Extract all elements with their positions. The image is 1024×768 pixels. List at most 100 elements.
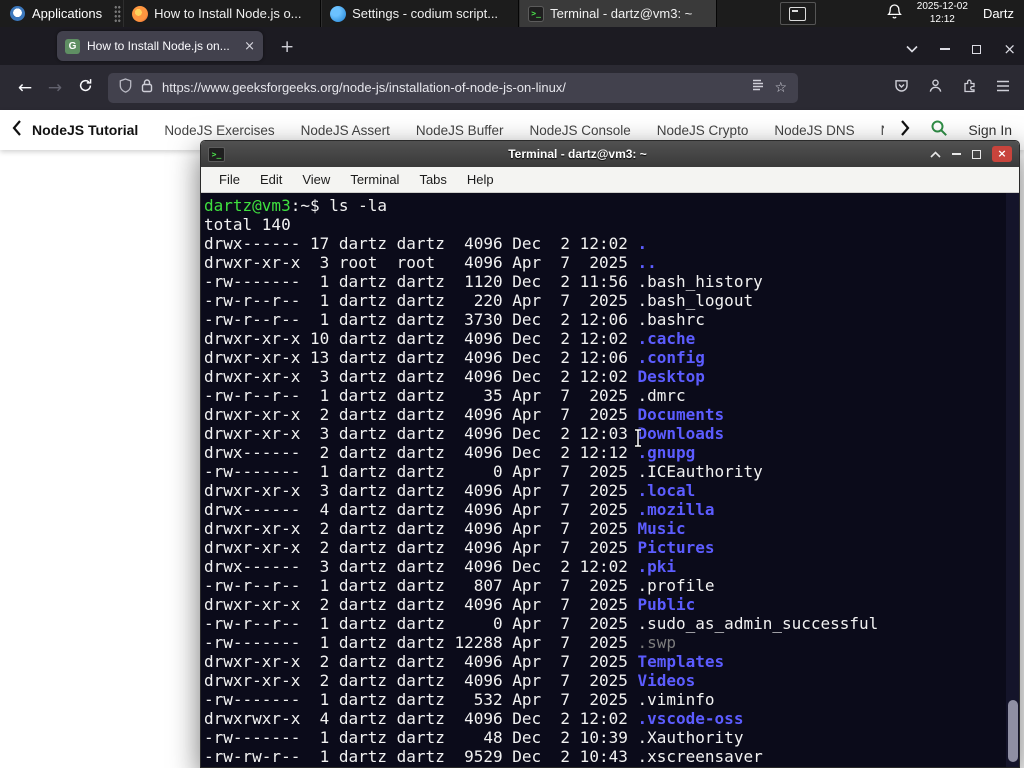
url-text: https://www.geeksforgeeks.org/node-js/in… (162, 80, 566, 95)
terminal-line: drwx------ 17 dartz dartz 4096 Dec 2 12:… (204, 234, 1019, 253)
gfg-nav-right: Sign In (894, 119, 1012, 142)
panel-window-button[interactable]: >_ Terminal - dartz@vm3: ~ (519, 0, 718, 27)
nav-link[interactable]: NodeJS Crypto (657, 123, 749, 138)
tab-title: How to Install Node.js on... (87, 39, 230, 53)
window-maximize-button[interactable] (972, 44, 982, 54)
terminal-window-controls: × (930, 145, 1012, 163)
nav-link[interactable]: NodeJS DNS (774, 123, 854, 138)
bookmark-star-icon[interactable]: ☆ (774, 80, 787, 96)
entry-name: Pictures (637, 538, 715, 557)
terminal-body[interactable]: dartz@vm3:~$ ls -la total 140 drwx------ 1… (201, 193, 1019, 767)
entry-name: Documents (637, 405, 725, 424)
reader-mode-icon[interactable] (751, 78, 765, 97)
terminal-line: -rw------- 1 dartz dartz 12288 Apr 7 202… (204, 633, 1019, 652)
forward-button[interactable]: → (40, 78, 70, 98)
window-close-button[interactable]: × (1003, 41, 1016, 57)
window-button-title: Terminal - dartz@vm3: ~ (550, 6, 693, 21)
entry-meta: -rw-r--r-- 1 dartz dartz 807 Apr 7 2025 (204, 576, 638, 595)
terminal-menu-item[interactable]: Tabs (409, 172, 456, 187)
gfg-favicon: G (65, 38, 80, 54)
nav-link[interactable]: Node (881, 123, 885, 138)
entry-meta: -rw------- 1 dartz dartz 48 Dec 2 10:39 (204, 728, 638, 747)
terminal-window: >_ Terminal - dartz@vm3: ~ × File Edit Vie… (200, 140, 1020, 768)
entry-meta: -rw------- 1 dartz dartz 0 Apr 7 2025 (204, 462, 638, 481)
terminal-line: drwxr-xr-x 2 dartz dartz 4096 Apr 7 2025… (204, 652, 1019, 671)
terminal-menu-item[interactable]: File (209, 172, 250, 187)
terminal-line: -rw------- 1 dartz dartz 1120 Dec 2 11:5… (204, 272, 1019, 291)
pocket-icon[interactable] (894, 78, 909, 98)
nav-link[interactable]: NodeJS Buffer (416, 123, 504, 138)
entry-name: Music (637, 519, 686, 538)
entry-name: .xscreensaver (637, 747, 763, 766)
nav-link[interactable]: NodeJS Tutorial (32, 122, 138, 138)
entry-meta: drwxr-xr-x 10 dartz dartz 4096 Dec 2 12:… (204, 329, 638, 348)
reload-button[interactable] (70, 78, 100, 98)
menu-icon[interactable] (996, 79, 1010, 97)
notification-bell-icon[interactable] (886, 3, 902, 25)
entry-name: . (637, 234, 648, 253)
panel-window-button[interactable]: How to Install Node.js o... (123, 0, 322, 27)
applications-menu[interactable]: Applications (0, 0, 112, 27)
terminal-line: -rw-r--r-- 1 dartz dartz 220 Apr 7 2025 … (204, 291, 1019, 310)
terminal-close-button[interactable]: × (992, 146, 1012, 162)
terminal-line: -rw-r--r-- 1 dartz dartz 807 Apr 7 2025 … (204, 576, 1019, 595)
lock-icon[interactable] (141, 78, 153, 98)
search-icon[interactable] (930, 119, 948, 142)
url-bar[interactable]: https://www.geeksforgeeks.org/node-js/in… (108, 72, 798, 103)
terminal-minimize-button[interactable] (952, 153, 961, 155)
panel-right-cluster: 2025-12-02 12:12 Dartz (779, 0, 1024, 27)
entry-name: .Xauthority (637, 728, 744, 747)
shield-icon[interactable] (119, 77, 132, 98)
panel-grippy (114, 4, 122, 23)
entry-meta: drwx------ 2 dartz dartz 4096 Dec 2 12:1… (204, 443, 638, 462)
terminal-menu-item[interactable]: Terminal (340, 172, 409, 187)
entry-name: .. (637, 253, 657, 272)
entry-name: .local (637, 481, 696, 500)
nav-link[interactable]: NodeJS Assert (301, 123, 390, 138)
terminal-line: drwxr-xr-x 13 dartz dartz 4096 Dec 2 12:… (204, 348, 1019, 367)
account-icon[interactable] (928, 78, 943, 98)
entry-name: .viminfo (637, 690, 715, 709)
panel-clock[interactable]: 2025-12-02 12:12 (917, 1, 968, 26)
tray-window-icon[interactable] (779, 2, 816, 25)
terminal-menu-item[interactable]: Edit (250, 172, 292, 187)
terminal-line: drwxr-xr-x 3 dartz dartz 4096 Dec 2 12:0… (204, 424, 1019, 443)
terminal-menu-item[interactable]: Help (457, 172, 504, 187)
entry-meta: drwxr-xr-x 2 dartz dartz 4096 Apr 7 2025 (204, 519, 638, 538)
terminal-line: drwxr-xr-x 10 dartz dartz 4096 Dec 2 12:… (204, 329, 1019, 348)
nav-scroll-left-icon[interactable] (12, 119, 22, 141)
terminal-icon: >_ (528, 5, 545, 22)
tab-close-icon[interactable]: × (242, 39, 255, 54)
terminal-shade-button[interactable] (930, 145, 941, 163)
terminal-line: total 140 (204, 215, 291, 234)
nav-scroll-right-icon[interactable] (900, 119, 910, 141)
terminal-line: drwx------ 3 dartz dartz 4096 Dec 2 12:0… (204, 557, 1019, 576)
firefox-icon (132, 5, 149, 22)
terminal-maximize-button[interactable] (972, 149, 981, 159)
window-controls: × (906, 40, 1016, 58)
new-tab-button[interactable]: + (280, 39, 294, 56)
window-minimize-button[interactable] (940, 48, 951, 50)
entry-meta: -rw-r--r-- 1 dartz dartz 3730 Dec 2 12:0… (204, 310, 638, 329)
nav-link[interactable]: NodeJS Console (529, 123, 630, 138)
sign-in-button[interactable]: Sign In (968, 122, 1012, 138)
panel-username[interactable]: Dartz (983, 6, 1014, 21)
entry-meta: drwxr-xr-x 3 dartz dartz 4096 Dec 2 12:0… (204, 424, 638, 443)
back-button[interactable]: ← (10, 78, 40, 98)
terminal-line: drwxr-xr-x 2 dartz dartz 4096 Apr 7 2025… (204, 538, 1019, 557)
typed-command: ls -la (329, 196, 388, 215)
browser-tab[interactable]: G How to Install Node.js on... × (57, 31, 263, 61)
panel-window-button[interactable]: Settings - codium script... (321, 0, 520, 27)
terminal-scrollbar[interactable] (1006, 193, 1019, 767)
nav-link[interactable]: NodeJS Exercises (164, 123, 274, 138)
entry-name: .dmrc (637, 386, 686, 405)
entry-meta: -rw-r--r-- 1 dartz dartz 0 Apr 7 2025 (204, 614, 638, 633)
entry-name: .config (637, 348, 705, 367)
extensions-icon[interactable] (962, 78, 977, 98)
scrollbar-thumb[interactable] (1008, 700, 1018, 762)
codium-icon (330, 5, 347, 22)
terminal-titlebar[interactable]: >_ Terminal - dartz@vm3: ~ × (201, 141, 1019, 167)
entry-name: .gnupg (637, 443, 696, 462)
all-tabs-chevron-icon[interactable] (906, 40, 918, 58)
terminal-menu-item[interactable]: View (292, 172, 340, 187)
